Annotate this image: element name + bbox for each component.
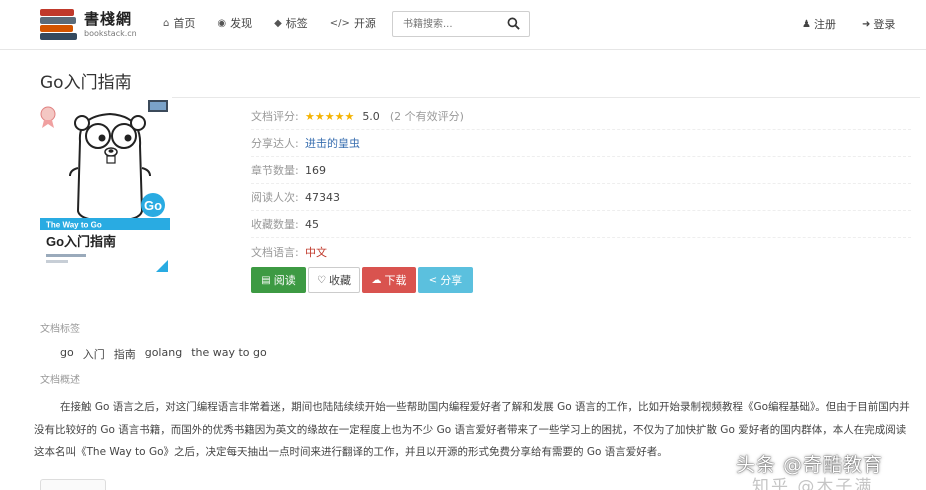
books-logo-icon	[40, 7, 78, 43]
share-button[interactable]: < 分享	[418, 267, 473, 293]
page-title: Go入门指南	[40, 73, 132, 93]
reads-value: 47343	[305, 190, 340, 204]
sign-in-icon: ➜	[862, 18, 871, 30]
tag-item[interactable]: 指南	[114, 346, 136, 362]
sharer-link[interactable]: 进击的皇虫	[305, 135, 360, 151]
summary-section-label: 文档概述	[40, 375, 80, 386]
nav-item-label: 开源	[353, 17, 376, 30]
rating-value: 5.0	[362, 109, 380, 123]
info-row-rating: 文档评分: ★★★★★ 5.0 (2 个有效评分)	[251, 103, 911, 130]
book-icon: ▤	[261, 274, 271, 286]
back-to-top-tab[interactable]	[40, 479, 106, 490]
compass-icon: ◉	[217, 17, 227, 29]
nav-item-opensource[interactable]: </> 开源	[330, 15, 376, 31]
download-button-label: 下载	[384, 274, 407, 287]
tags-section-label: 文档标签	[40, 324, 80, 335]
share-button-label: 分享	[440, 274, 463, 287]
tags-icon: ◆	[274, 17, 282, 29]
chapters-value: 169	[305, 163, 326, 177]
title-divider	[40, 97, 920, 98]
chapters-label: 章节数量:	[251, 164, 299, 177]
share-icon: <	[428, 274, 438, 286]
nav-item-label: 发现	[230, 17, 253, 30]
book-info: 文档评分: ★★★★★ 5.0 (2 个有效评分) 分享达人: 进击的皇虫 章节…	[251, 103, 911, 265]
tag-list: go 入门 指南 golang the way to go	[60, 346, 276, 362]
download-button[interactable]: ☁ 下载	[362, 267, 416, 293]
book-cover[interactable]: Go The Way to Go Go入门指南	[40, 96, 172, 276]
info-row-language: 文档语言: 中文	[251, 238, 911, 265]
tag-item[interactable]: go	[60, 346, 74, 362]
logo-domain-text: bookstack.cn	[84, 29, 137, 38]
go-badge-text: Go	[144, 198, 162, 213]
login-link[interactable]: ➜ 登录	[862, 16, 895, 32]
tag-item[interactable]: 入门	[83, 346, 105, 362]
favorites-label: 收藏数量:	[251, 218, 299, 231]
nav-item-label: 标签	[285, 17, 308, 30]
favorite-button[interactable]: ♡ 收藏	[308, 267, 360, 293]
nav-item-discover[interactable]: ◉ 发现	[217, 15, 252, 31]
home-icon: ⌂	[163, 17, 170, 29]
tag-item[interactable]: the way to go	[191, 346, 267, 362]
favorite-button-label: 收藏	[328, 274, 351, 287]
sharer-label: 分享达人:	[251, 137, 299, 150]
info-row-reads: 阅读人次: 47343	[251, 184, 911, 211]
search-box	[392, 11, 530, 37]
language-value: 中文	[305, 245, 327, 259]
action-buttons: ▤ 阅读 ♡ 收藏 ☁ 下载 < 分享	[251, 267, 475, 293]
nav-item-home[interactable]: ⌂ 首页	[163, 15, 195, 31]
cover-title-text: Go入门指南	[46, 234, 116, 249]
tag-item[interactable]: golang	[145, 346, 182, 362]
info-row-sharer: 分享达人: 进击的皇虫	[251, 130, 911, 157]
toutiao-watermark: 头条 @奇酷教育	[736, 454, 884, 476]
top-navbar: 書棧網 bookstack.cn ⌂ 首页 ◉ 发现 ◆ 标签 </> 开源 ♟…	[0, 0, 926, 50]
reads-label: 阅读人次:	[251, 191, 299, 204]
user-plus-icon: ♟	[802, 18, 811, 30]
cloud-download-icon: ☁	[371, 274, 382, 286]
cover-banner-text: The Way to Go	[46, 221, 102, 230]
rating-label: 文档评分:	[251, 110, 299, 123]
read-button[interactable]: ▤ 阅读	[251, 267, 306, 293]
info-row-favorites: 收藏数量: 45	[251, 211, 911, 238]
nav-item-label: 首页	[173, 17, 196, 30]
favorites-value: 45	[305, 217, 319, 231]
nav-item-tags[interactable]: ◆ 标签	[274, 15, 308, 31]
search-input[interactable]	[393, 12, 503, 36]
read-button-label: 阅读	[273, 274, 296, 287]
gopher-cover-image: Go The Way to Go Go入门指南	[40, 96, 172, 276]
login-label: 登录	[873, 18, 896, 31]
site-logo[interactable]: 書棧網 bookstack.cn	[40, 6, 137, 44]
book-detail: Go 入门指南 Go The Way to Go Go入门指南 文档评分: ★★★…	[27, 50, 923, 490]
main-nav: ⌂ 首页 ◉ 发现 ◆ 标签 </> 开源	[163, 15, 398, 31]
search-icon[interactable]	[507, 17, 520, 30]
register-label: 注册	[813, 18, 836, 31]
code-icon: </>	[329, 17, 350, 29]
rating-count: (2 个有效评分)	[389, 110, 464, 123]
heart-icon: ♡	[317, 274, 326, 286]
language-label: 文档语言:	[251, 245, 299, 259]
info-row-chapters: 章节数量: 169	[251, 157, 911, 184]
star-rating-icon: ★★★★★	[305, 109, 355, 123]
logo-chinese-text: 書棧網	[84, 10, 133, 28]
register-link[interactable]: ♟ 注册	[802, 16, 836, 32]
